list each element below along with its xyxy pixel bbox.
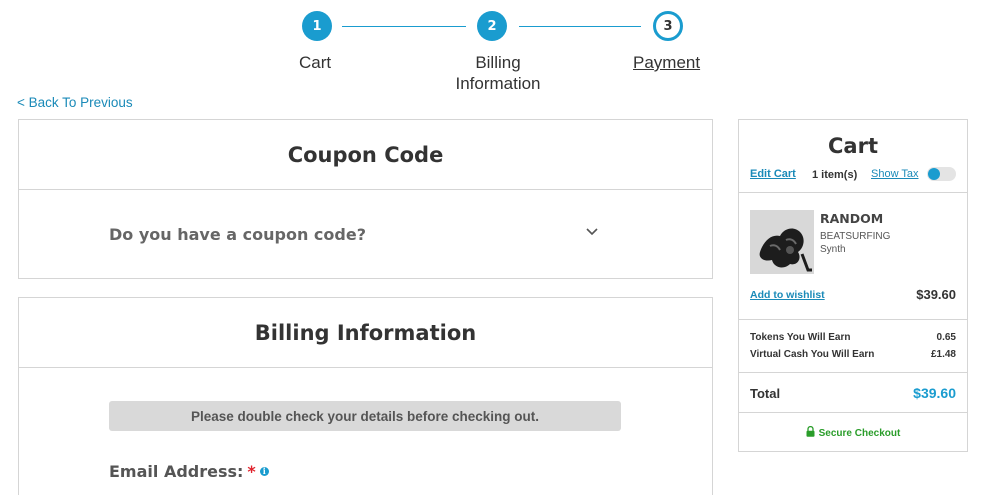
product-category: Synth — [820, 244, 846, 255]
product-name[interactable]: RANDOM — [820, 211, 883, 226]
cart-title: Cart — [828, 134, 878, 158]
virtual-cash-earn-label: Virtual Cash You Will Earn — [750, 349, 875, 360]
step-2-label[interactable]: Billing Information — [443, 52, 553, 94]
divider — [739, 412, 967, 413]
step-1-label[interactable]: Cart — [299, 52, 331, 73]
step-1-circle[interactable]: 1 — [302, 11, 332, 41]
product-price: $39.60 — [916, 287, 956, 302]
show-tax-link[interactable]: Show Tax — [871, 168, 919, 180]
chevron-down-icon[interactable] — [585, 227, 599, 237]
divider — [739, 192, 967, 193]
step-connector — [342, 26, 466, 27]
step-2-circle[interactable]: 2 — [477, 11, 507, 41]
email-label: Email Address: * i — [109, 462, 269, 481]
tokens-earn-value: 0.65 — [936, 332, 956, 343]
tokens-earn-label: Tokens You Will Earn — [750, 332, 851, 343]
back-to-previous-link[interactable]: < Back To Previous — [17, 95, 133, 110]
secure-checkout-label: Secure Checkout — [818, 428, 901, 439]
billing-title: Billing Information — [19, 298, 712, 368]
billing-notice: Please double check your details before … — [109, 401, 621, 431]
product-thumbnail[interactable] — [750, 210, 814, 274]
cart-item-count: 1 item(s) — [812, 169, 858, 181]
billing-panel: Billing Information Please double check … — [18, 297, 713, 495]
product-brand: BEATSURFING — [820, 231, 891, 242]
divider — [739, 372, 967, 373]
lock-icon — [806, 426, 815, 437]
secure-checkout: Secure Checkout — [739, 426, 967, 439]
toggle-knob — [928, 168, 940, 180]
email-label-text: Email Address: — [109, 462, 244, 481]
step-3-label[interactable]: Payment — [633, 52, 700, 73]
step-3-circle[interactable]: 3 — [653, 11, 683, 41]
product-image — [750, 210, 814, 274]
step-connector — [519, 26, 641, 27]
divider — [739, 319, 967, 320]
total-value: $39.60 — [913, 385, 956, 401]
required-marker: * — [247, 462, 256, 481]
virtual-cash-earn-value: £1.48 — [930, 349, 956, 360]
info-icon[interactable]: i — [259, 467, 269, 476]
cart-summary: Cart Edit Cart 1 item(s) Show Tax RANDOM… — [738, 119, 968, 452]
coupon-accordion[interactable]: Do you have a coupon code? — [19, 190, 712, 278]
total-label: Total — [750, 386, 781, 401]
coupon-panel: Coupon Code Do you have a coupon code? — [18, 119, 713, 279]
show-tax-toggle[interactable] — [927, 167, 956, 181]
coupon-question: Do you have a coupon code? — [109, 225, 366, 244]
coupon-title: Coupon Code — [19, 120, 712, 190]
edit-cart-link[interactable]: Edit Cart — [750, 168, 796, 180]
add-to-wishlist-link[interactable]: Add to wishlist — [750, 289, 825, 301]
